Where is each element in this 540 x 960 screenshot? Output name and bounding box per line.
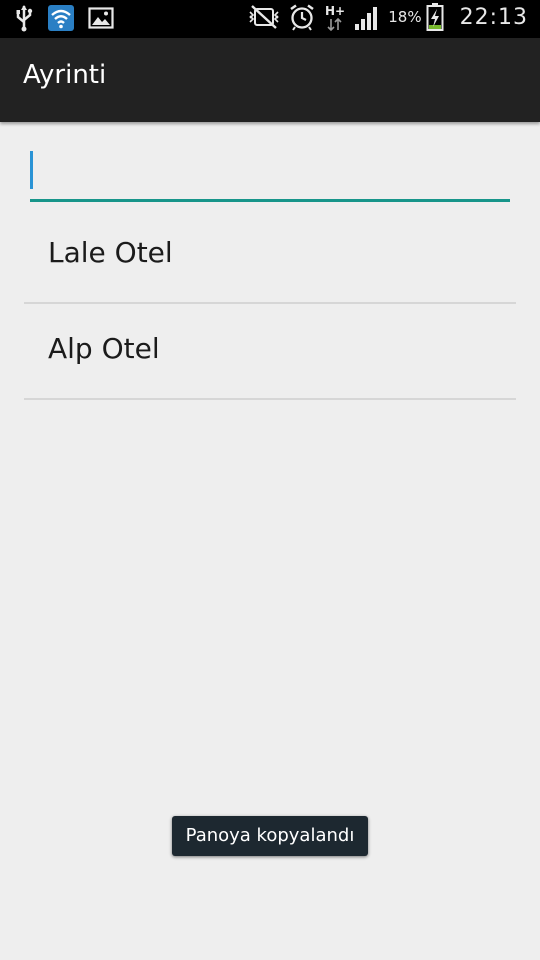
text-cursor bbox=[30, 151, 33, 189]
svg-text:H+: H+ bbox=[325, 4, 345, 18]
signal-icon bbox=[354, 3, 380, 31]
status-left-icons bbox=[14, 4, 114, 32]
alarm-icon bbox=[288, 3, 316, 31]
battery-charging-icon bbox=[426, 2, 444, 32]
hotel-list: Lale Otel Alp Otel bbox=[24, 208, 516, 400]
mute-icon bbox=[248, 3, 280, 31]
list-item[interactable]: Lale Otel bbox=[24, 208, 516, 304]
status-right-icons: H+ 18% 22:13 bbox=[248, 2, 528, 32]
page-title: Ayrinti bbox=[23, 60, 107, 90]
status-clock: 22:13 bbox=[459, 4, 528, 30]
network-hplus-icon: H+ bbox=[324, 2, 346, 32]
battery-percent: 18% bbox=[388, 8, 422, 26]
action-bar: Ayrinti bbox=[0, 38, 540, 122]
image-icon bbox=[88, 5, 114, 31]
list-item[interactable]: Alp Otel bbox=[24, 304, 516, 400]
usb-icon bbox=[14, 4, 34, 32]
wifi-icon bbox=[48, 4, 74, 32]
search-input[interactable] bbox=[30, 140, 510, 202]
status-bar: H+ 18% 22:13 bbox=[0, 0, 540, 38]
list-item-label: Alp Otel bbox=[48, 332, 160, 365]
list-item-label: Lale Otel bbox=[48, 236, 173, 269]
toast-message: Panoya kopyalandı bbox=[172, 816, 368, 856]
